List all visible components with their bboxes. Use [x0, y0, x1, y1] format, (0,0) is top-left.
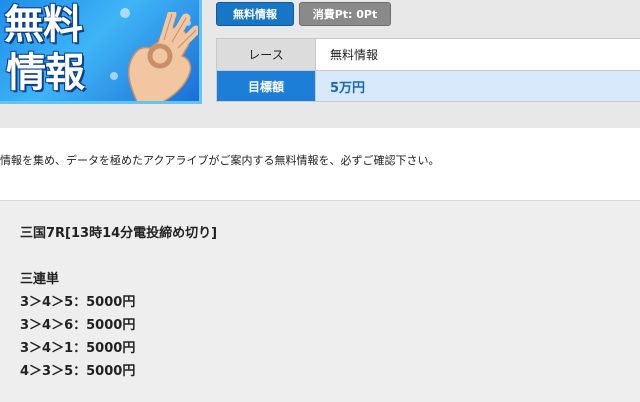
target-value: 5万円 [315, 71, 640, 101]
free-info-badge: 無料情報 [216, 2, 294, 26]
free-info-logo: 無料 情報 [0, 0, 202, 104]
header-area: 無料 情報 無料情報 消費Pt: 0Pt レース 無料情報 目標額 5万円 [0, 0, 640, 128]
race-info-table: レース 無料情報 目標額 5万円 [216, 38, 640, 102]
target-label: 目標額 [217, 71, 315, 101]
logo-text-line2: 情報 [6, 50, 85, 96]
target-row: 目標額 5万円 [216, 70, 640, 102]
bet-line: 3＞4＞5：5000円 [20, 295, 136, 310]
ok-hand-icon [127, 12, 198, 101]
prediction-box: 三国7R[13時14分電投締め切り] 三連単 3＞4＞5：5000円 3＞4＞6… [0, 200, 640, 402]
description-text: 情報を集め、データを極めたアクアライブがご案内する無料情報を、必ずご確認下さい。 [0, 154, 440, 167]
bet-line: 4＞3＞5：5000円 [20, 364, 136, 379]
logo-text-line1: 無料 [4, 2, 83, 48]
race-row: レース 無料情報 [216, 38, 640, 70]
bet-line: 3＞4＞6：5000円 [20, 318, 136, 333]
race-title: 三国7R[13時14分電投締め切り] [20, 226, 218, 241]
bet-type: 三連単 [20, 272, 60, 287]
points-consumed-badge: 消費Pt: 0Pt [299, 2, 391, 26]
race-value: 無料情報 [315, 39, 640, 70]
race-label: レース [217, 39, 315, 70]
bet-line: 3＞4＞1：5000円 [20, 341, 136, 356]
